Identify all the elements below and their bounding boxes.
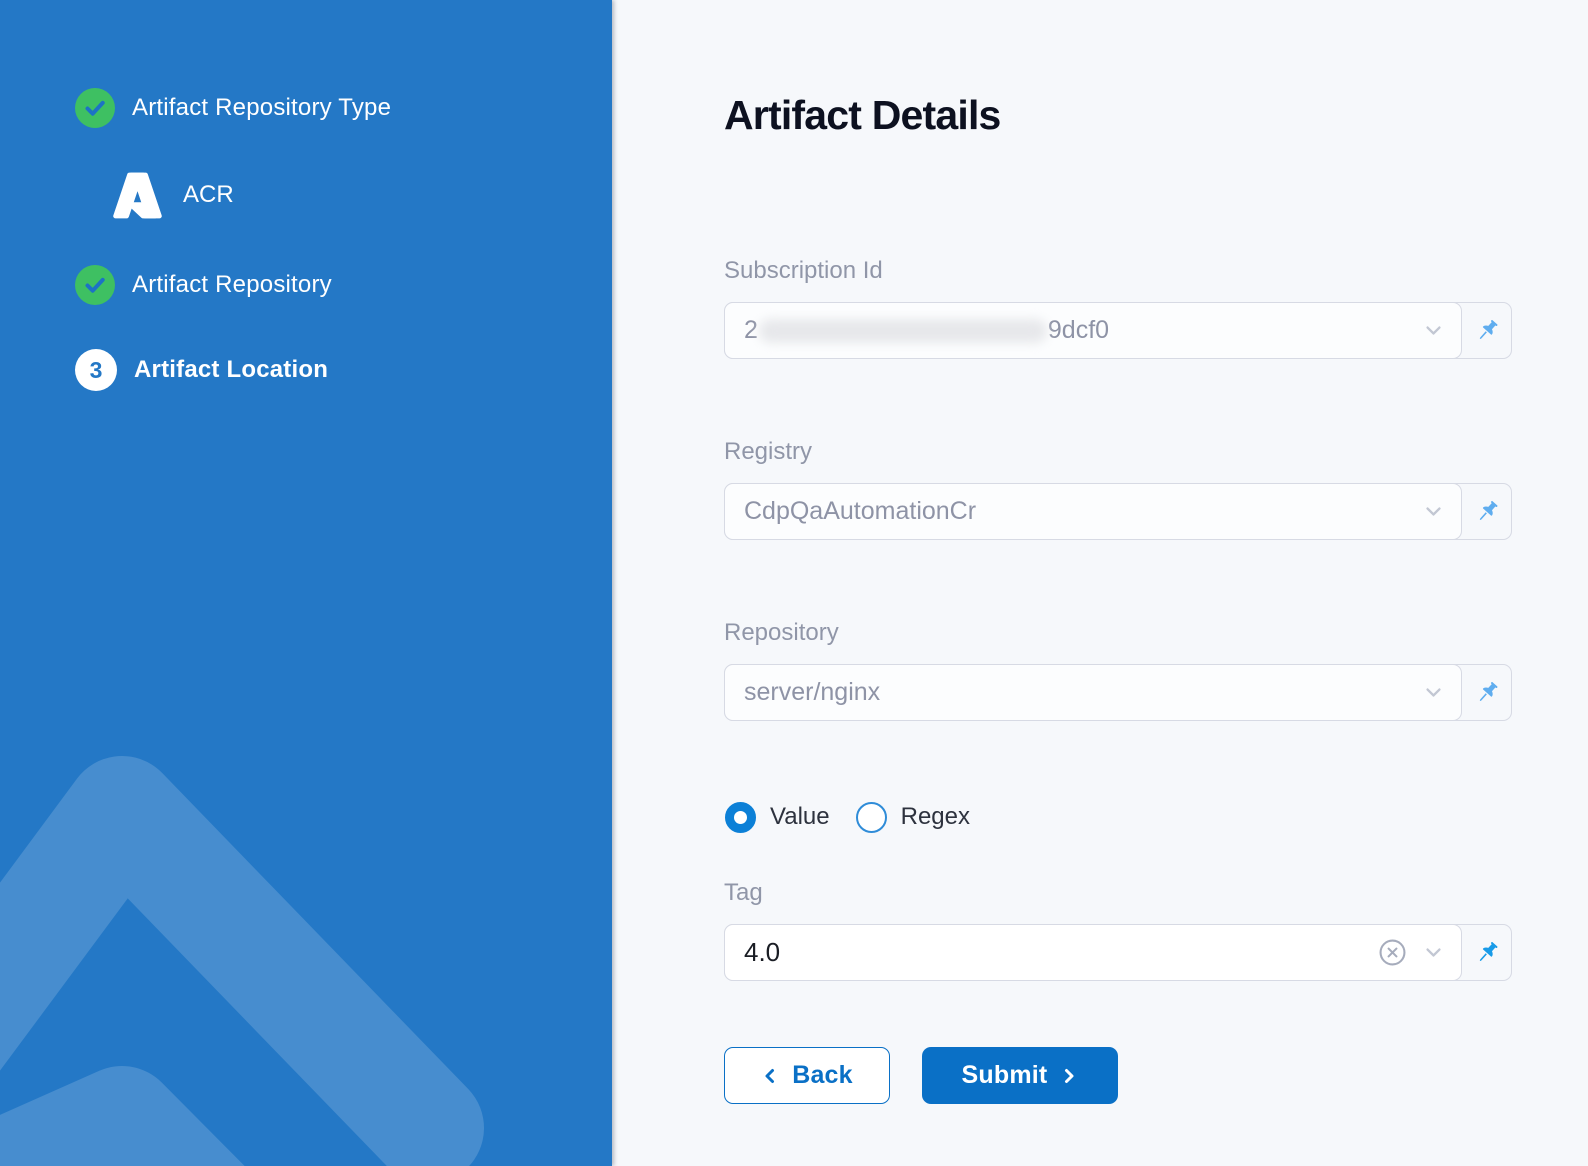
- submit-button-label: Submit: [962, 1061, 1048, 1090]
- redacted-value-bar: [759, 319, 1047, 343]
- radio-option-regex[interactable]: Regex: [856, 802, 970, 833]
- page-title: Artifact Details: [724, 88, 1512, 142]
- radio-option-value[interactable]: Value: [725, 802, 830, 833]
- registry-select[interactable]: CdpQaAutomationCr: [724, 483, 1462, 540]
- repository-value: server/nginx: [744, 678, 880, 707]
- radio-label: Value: [770, 803, 830, 831]
- submit-button[interactable]: Submit: [922, 1047, 1118, 1104]
- pin-icon: [1474, 939, 1501, 966]
- step-label: Artifact Repository: [132, 271, 332, 299]
- tag-pin-button[interactable]: [1462, 924, 1512, 981]
- repository-control: server/nginx: [724, 664, 1512, 721]
- repository-pin-button[interactable]: [1462, 664, 1512, 721]
- subscription-id-value-suffix: 9dcf0: [1048, 316, 1109, 345]
- chevron-down-icon: [1424, 683, 1443, 702]
- step-number-badge: 3: [75, 349, 117, 391]
- pin-icon: [1474, 498, 1501, 525]
- artifact-details-panel: Artifact Details Subscription Id 2 9dcf0: [612, 0, 1588, 1166]
- step-complete-check-icon: [75, 265, 115, 305]
- wizard-sidebar: Artifact Repository Type ACR Artifact Re…: [0, 0, 612, 1166]
- subscription-id-pin-button[interactable]: [1462, 302, 1512, 359]
- selected-repository-type: ACR: [110, 168, 612, 222]
- subscription-id-value-prefix: 2: [744, 316, 758, 345]
- repository-field-group: Repository server/nginx: [724, 618, 1512, 721]
- step-artifact-repository-type[interactable]: Artifact Repository Type: [75, 88, 612, 128]
- step-artifact-location[interactable]: 3 Artifact Location: [75, 349, 612, 391]
- registry-value: CdpQaAutomationCr: [744, 497, 976, 526]
- registry-label: Registry: [724, 437, 1512, 467]
- azure-logo-icon: [110, 169, 165, 222]
- back-button-label: Back: [792, 1061, 853, 1090]
- pin-icon: [1474, 679, 1501, 706]
- radio-unselected-icon[interactable]: [856, 802, 887, 833]
- back-button[interactable]: Back: [724, 1047, 890, 1104]
- subscription-id-field-group: Subscription Id 2 9dcf0: [724, 256, 1512, 359]
- repository-label: Repository: [724, 618, 1512, 648]
- subscription-id-label: Subscription Id: [724, 256, 1512, 286]
- step-artifact-repository[interactable]: Artifact Repository: [75, 265, 612, 305]
- radio-selected-icon[interactable]: [725, 802, 756, 833]
- tag-control: [724, 924, 1512, 981]
- chevron-right-icon: [1060, 1067, 1078, 1085]
- chevron-left-icon: [761, 1067, 779, 1085]
- chevron-down-icon: [1424, 502, 1443, 521]
- repository-select[interactable]: server/nginx: [724, 664, 1462, 721]
- step-label: Artifact Repository Type: [132, 94, 391, 122]
- subscription-id-select[interactable]: 2 9dcf0: [724, 302, 1462, 359]
- repository-type-label: ACR: [183, 181, 234, 209]
- wizard-footer-buttons: Back Submit: [724, 1047, 1512, 1104]
- tag-input[interactable]: [744, 937, 1379, 968]
- tag-input-wrap: [724, 924, 1462, 981]
- wizard-steps: Artifact Repository Type ACR Artifact Re…: [0, 0, 612, 391]
- artifact-details-form: Subscription Id 2 9dcf0: [724, 256, 1512, 1104]
- subscription-id-control: 2 9dcf0: [724, 302, 1512, 359]
- tag-field-group: Tag: [724, 878, 1512, 981]
- clear-icon[interactable]: [1379, 939, 1406, 966]
- registry-field-group: Registry CdpQaAutomationCr: [724, 437, 1512, 540]
- tag-type-radio-group: Value Regex: [725, 801, 1512, 833]
- artifact-wizard-window: Artifact Repository Type ACR Artifact Re…: [0, 0, 1588, 1166]
- registry-pin-button[interactable]: [1462, 483, 1512, 540]
- step-label: Artifact Location: [134, 356, 328, 384]
- step-complete-check-icon: [75, 88, 115, 128]
- chevron-down-icon[interactable]: [1424, 943, 1443, 962]
- registry-control: CdpQaAutomationCr: [724, 483, 1512, 540]
- radio-label: Regex: [901, 803, 970, 831]
- tag-label: Tag: [724, 878, 1512, 908]
- chevron-down-icon: [1424, 321, 1443, 340]
- pin-icon: [1474, 317, 1501, 344]
